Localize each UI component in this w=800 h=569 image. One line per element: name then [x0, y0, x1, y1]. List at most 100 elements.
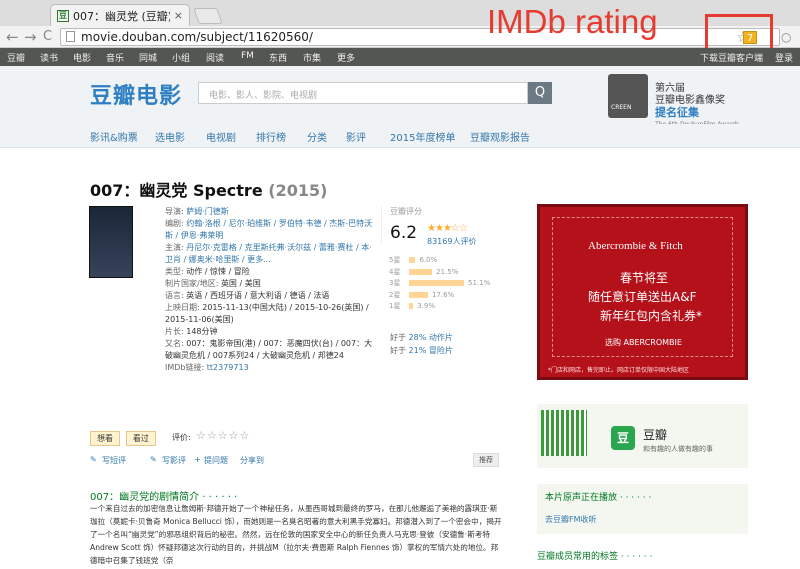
rate-stars-input[interactable]: ☆☆☆☆☆ [196, 429, 250, 442]
award-line1: 第六届 [655, 83, 685, 94]
info-label: 制片国家/地区: [165, 279, 219, 288]
better-genre[interactable]: 冒险片 [429, 346, 453, 355]
ad-footnote: *门店和网店，售完即止。网店订单仅限中国大陆地区 [548, 367, 690, 374]
subnav-charts[interactable]: 排行榜 [256, 129, 286, 144]
movie-title-text: 007：幽灵党 Spectre [90, 181, 263, 200]
want-to-see-button[interactable]: 想看 [90, 431, 120, 446]
rating-bar-label: 2星 [389, 290, 401, 299]
rating-bar-label: 4星 [389, 267, 401, 276]
download-client-link[interactable]: 下载豆瓣客户端 [700, 51, 763, 64]
douban-movie-logo[interactable]: 豆瓣电影 [90, 78, 182, 110]
abercrombie-ad[interactable]: Abercrombie & Fitch 春节将至 随任意订单送出A&F 新年红包… [537, 204, 748, 380]
rating-bar-row: 1星 3.9% [389, 301, 435, 311]
pencil-icon: ✎ [90, 455, 97, 464]
award-clapper-icon[interactable]: CREEN [608, 74, 648, 118]
subnav-tickets[interactable]: 影讯&购票 [90, 129, 138, 144]
tab-title: 007：幽灵党 (豆瓣) [73, 9, 170, 23]
topnav-item-group[interactable]: 小组 [172, 51, 190, 64]
topnav-item-market[interactable]: 市集 [303, 51, 321, 64]
writer-links[interactable]: 约翰·洛根 / 尼尔·珀维斯 / 罗伯特·韦德 / 杰斯-巴特沃斯 / 伊恩·弗… [165, 219, 372, 240]
douban-app-promo[interactable]: 豆 豆瓣 和有趣的人做有趣的事 [537, 404, 748, 468]
annotation-label: IMDb rating [487, 3, 658, 40]
info-genre: 类型: 动作 / 惊悚 / 冒险 [165, 266, 375, 278]
genre-value: 动作 / 惊悚 / 冒险 [186, 267, 250, 276]
info-label: IMDb链接: [165, 363, 205, 372]
ad-ornament [552, 217, 733, 357]
topnav-item-douban[interactable]: 豆瓣 [7, 51, 25, 64]
better-pct[interactable]: 21% [409, 346, 427, 355]
write-short-comment-link[interactable]: 写短评 [102, 455, 126, 466]
rating-bar-row: 4星 21.5% [389, 267, 458, 277]
user-actions: 想看 看过 评价: ☆☆☆☆☆ [90, 429, 249, 446]
ad-line1: 春节将至 [620, 271, 669, 285]
douban-favicon-icon: 豆 [57, 9, 69, 22]
ad-line3: 新年红包内含礼券* [600, 309, 703, 323]
back-arrow-icon[interactable]: ← [6, 28, 19, 46]
subnav-tv[interactable]: 电视剧 [206, 129, 236, 144]
info-label: 又名: [165, 339, 184, 348]
login-link[interactable]: 登录 [775, 51, 793, 64]
douban-fm-link[interactable]: 去豆瓣FM收听 [545, 514, 597, 525]
new-tab-button[interactable] [193, 8, 223, 24]
subnav-annual[interactable]: 2015年度榜单 [390, 129, 455, 144]
movie-info: 导演: 萨姆·门德斯 编剧: 约翰·洛根 / 尼尔·珀维斯 / 罗伯特·韦德 /… [165, 206, 375, 374]
topnav-item-local[interactable]: 同城 [139, 51, 157, 64]
seen-button[interactable]: 看过 [125, 431, 156, 446]
info-label: 上映日期: [165, 303, 200, 312]
topnav-item-movie[interactable]: 电影 [73, 51, 91, 64]
ad-brand: Abercrombie & Fitch [588, 240, 683, 252]
better-pct[interactable]: 28% [409, 333, 427, 342]
subnav-explore[interactable]: 选电影 [155, 129, 185, 144]
info-country: 制片国家/地区: 英国 / 美国 [165, 278, 375, 290]
forward-arrow-icon[interactable]: → [24, 28, 37, 46]
rating-votes-link[interactable]: 83169人评价 [427, 236, 476, 247]
search-input[interactable]: 电影、影人、影院、电视剧 [198, 82, 528, 104]
ad-cta[interactable]: 选购 ABERCROMBIE [605, 337, 682, 348]
director-link[interactable]: 萨姆·门德斯 [186, 207, 229, 216]
subnav-reviews[interactable]: 影评 [346, 129, 366, 144]
topnav-item-fm[interactable]: FM [241, 51, 254, 61]
subnav-report[interactable]: 豆瓣观影报告 [470, 129, 530, 144]
tab-close-icon[interactable]: × [174, 9, 183, 22]
ask-question-link[interactable]: 提问题 [204, 455, 228, 466]
address-url: movie.douban.com/subject/11620560/ [81, 30, 313, 44]
info-release: 上映日期: 2015-11-13(中国大陆) / 2015-10-26(英国) … [165, 302, 375, 326]
synopsis-title: 007：幽灵党的剧情简介 · · · · · · [90, 492, 238, 503]
menu-icon[interactable]: ○ [781, 30, 791, 44]
rating-bar-fill [409, 291, 428, 298]
plus-icon: + [194, 455, 201, 464]
subnav-tags[interactable]: 分类 [307, 129, 327, 144]
cast-links[interactable]: 丹尼尔·克雷格 / 克里斯托弗·沃尔兹 / 蕾雅·赛杜 / 本·卫肖 / 娜奥米… [165, 243, 372, 264]
search-button[interactable]: Q [528, 82, 552, 104]
movie-poster[interactable] [89, 206, 133, 278]
browser-tab-bar: 豆 007：幽灵党 (豆瓣) × [0, 0, 800, 26]
share-dropdown[interactable]: 分享到 [240, 455, 264, 466]
topnav-item-books[interactable]: 读书 [40, 51, 58, 64]
topnav-item-more[interactable]: 更多 [337, 51, 355, 64]
site-header: 豆瓣电影 电影、影人、影院、电视剧 Q CREEN 第六届 豆瓣电影鑫像奖 提名… [0, 66, 800, 128]
tags-title: 豆瓣成员常用的标签 · · · · · · [537, 552, 653, 562]
write-review-link[interactable]: 写影评 [162, 455, 186, 466]
topnav-item-music[interactable]: 音乐 [106, 51, 124, 64]
recommend-button[interactable]: 推荐 [473, 453, 499, 467]
imdb-link[interactable]: tt2379713 [207, 363, 249, 372]
reload-icon[interactable]: C [43, 29, 52, 44]
qr-code-icon [541, 410, 587, 456]
award-icon-label: CREEN [611, 104, 632, 111]
browser-tab[interactable]: 豆 007：幽灵党 (豆瓣) × [50, 4, 190, 26]
better-prefix: 好于 [390, 333, 406, 342]
rating-bar-fill [409, 280, 464, 286]
info-writer: 编剧: 约翰·洛根 / 尼尔·珀维斯 / 罗伯特·韦德 / 杰斯-巴特沃斯 / … [165, 218, 375, 242]
rating-bar-pct: 3.9% [417, 302, 435, 310]
rate-label: 评价: [172, 433, 191, 442]
movie-sub-nav: 影讯&购票 选电影 电视剧 排行榜 分类 影评 2015年度榜单 豆瓣观影报告 [0, 124, 800, 148]
douban-app-icon: 豆 [611, 426, 635, 450]
douban-top-nav: 豆瓣 读书 电影 音乐 同城 小组 阅读 FM 东西 市集 更多 下载豆瓣客户端… [0, 48, 800, 66]
info-label: 类型: [165, 267, 184, 276]
info-aka: 又名: 007：鬼影帝国(港) / 007：恶魔四伏(台) / 007：大破幽灵… [165, 338, 375, 362]
rating-bar-row: 3星 51.1% [389, 278, 490, 288]
address-bar[interactable]: movie.douban.com/subject/11620560/ ☆ [60, 28, 780, 46]
better-genre[interactable]: 动作片 [429, 333, 453, 342]
topnav-item-dongxi[interactable]: 东西 [269, 51, 287, 64]
topnav-item-read[interactable]: 阅读 [206, 51, 224, 64]
